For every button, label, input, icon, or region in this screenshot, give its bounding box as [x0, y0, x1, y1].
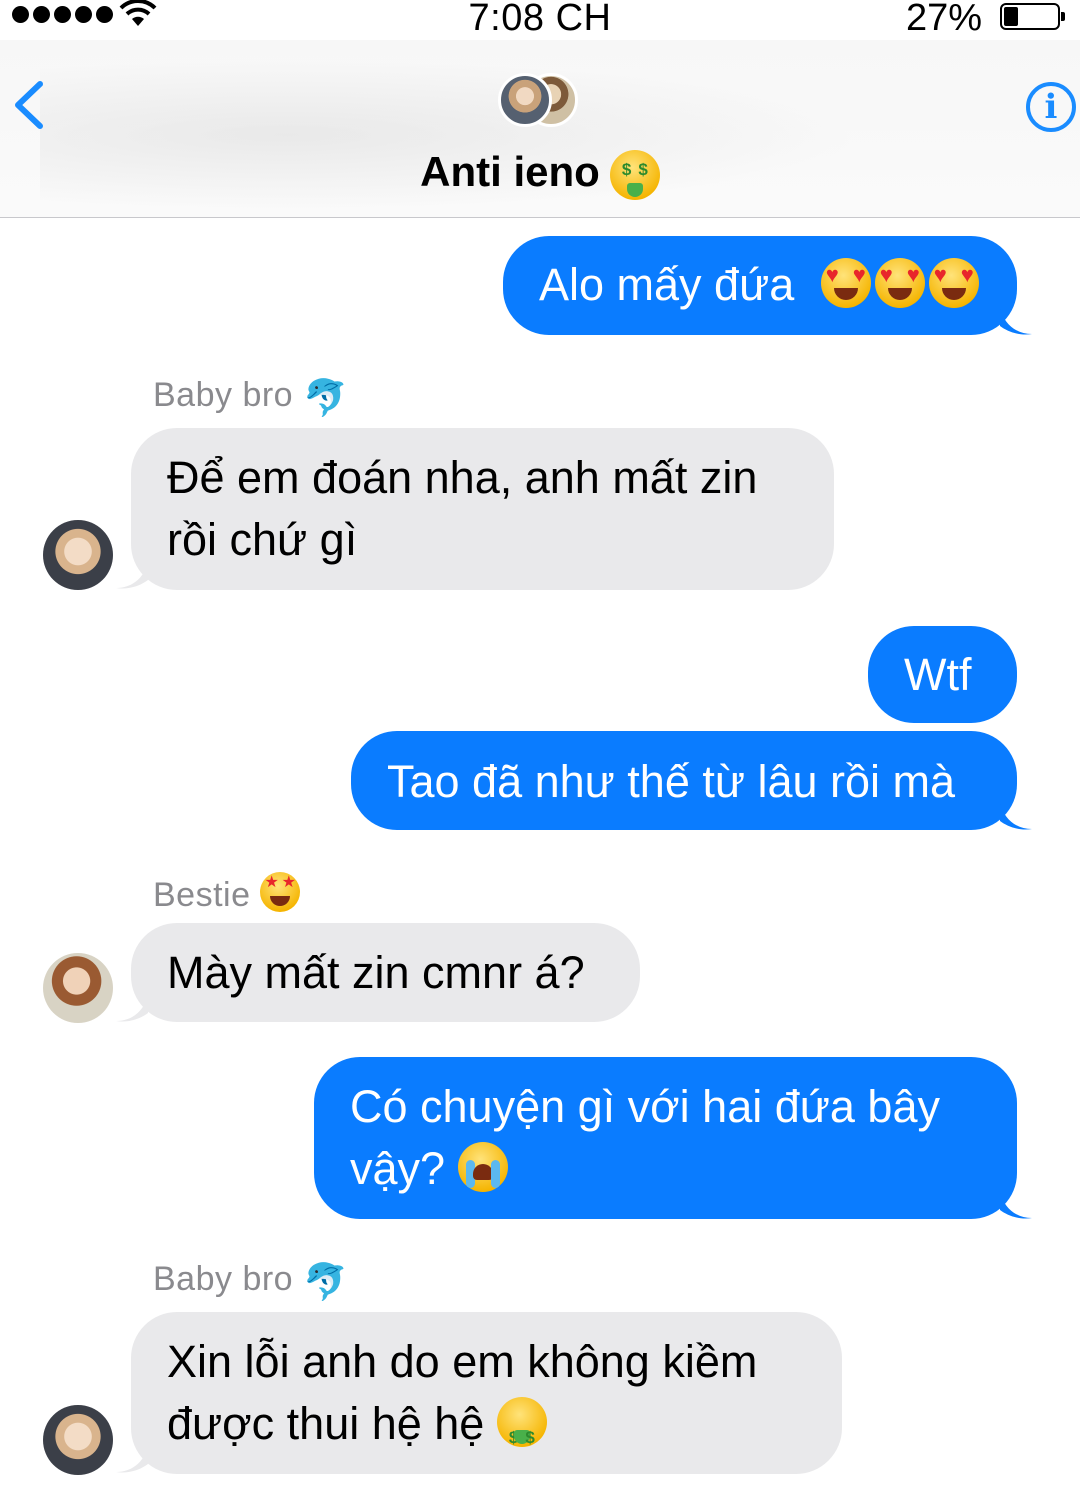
info-icon[interactable]: i [1026, 82, 1076, 132]
heart-eyes-emoji [928, 258, 979, 308]
bubble-tail [116, 995, 148, 1022]
avatar[interactable] [43, 520, 113, 590]
message-line: Để em đoán nha, anh mất zin [167, 452, 758, 503]
outgoing-message[interactable]: Tao đã như thế từ lâu rồi mà [351, 731, 1017, 830]
message-text: Mày mất zin cmnr á? [167, 947, 585, 998]
bubble-tail [1000, 803, 1032, 830]
message-line: được thui hệ hệ [167, 1393, 806, 1469]
bubble-tail [1000, 1192, 1032, 1219]
avatar[interactable] [43, 1405, 113, 1475]
bubble-tail [1000, 308, 1032, 335]
member-avatar [498, 73, 552, 127]
group-avatar[interactable] [498, 73, 582, 129]
conversation-title-text: Anti ieno [420, 148, 600, 195]
money-mouth-face-emoji [496, 1397, 547, 1469]
sender-name: Baby bro 🐬 [153, 376, 349, 418]
battery-percent: 27% [905, 0, 982, 39]
outgoing-message[interactable]: Có chuyện gì với hai đứa bây vậy? [314, 1057, 1017, 1219]
message-line: rồi chứ gì [167, 514, 358, 565]
message-line: vậy? [350, 1138, 981, 1200]
money-mouth-face-emoji [609, 149, 660, 200]
incoming-message[interactable]: Để em đoán nha, anh mất zin rồi chứ gì [131, 428, 834, 590]
message-text: Wtf [904, 649, 972, 700]
bubble-tail [116, 562, 148, 589]
status-bar: 7:08 CH 27% [0, 0, 1080, 40]
bubble-tail [116, 1446, 148, 1473]
heart-eyes-emoji [874, 258, 925, 308]
message-line: Xin lỗi anh do em không kiềm [167, 1336, 758, 1387]
outgoing-message[interactable]: Wtf [868, 626, 1017, 723]
incoming-message[interactable]: Xin lỗi anh do em không kiềm được thui h… [131, 1312, 842, 1474]
star-struck-emoji [260, 872, 301, 912]
sender-name: Baby bro 🐬 [153, 1260, 349, 1302]
message-line: Có chuyện gì với hai đứa bây [350, 1081, 940, 1132]
battery-icon [1000, 3, 1065, 30]
chevron-left-icon[interactable] [8, 78, 48, 132]
dolphin-emoji: 🐬 [303, 377, 349, 418]
loudly-crying-face-emoji [457, 1142, 508, 1192]
conversation-title[interactable]: Anti ieno [0, 148, 1080, 200]
heart-eyes-emoji [820, 258, 871, 308]
incoming-message[interactable]: Mày mất zin cmnr á? [131, 923, 640, 1022]
dolphin-emoji: 🐬 [303, 1261, 349, 1302]
avatar[interactable] [43, 953, 113, 1023]
message-text: Alo mấy đứa [539, 259, 795, 310]
message-text: Tao đã như thế từ lâu rồi mà [387, 756, 956, 807]
sender-name: Bestie [153, 872, 301, 915]
outgoing-message[interactable]: Alo mấy đứa [503, 236, 1017, 335]
conversation-header: Anti ieno i [0, 40, 1080, 218]
